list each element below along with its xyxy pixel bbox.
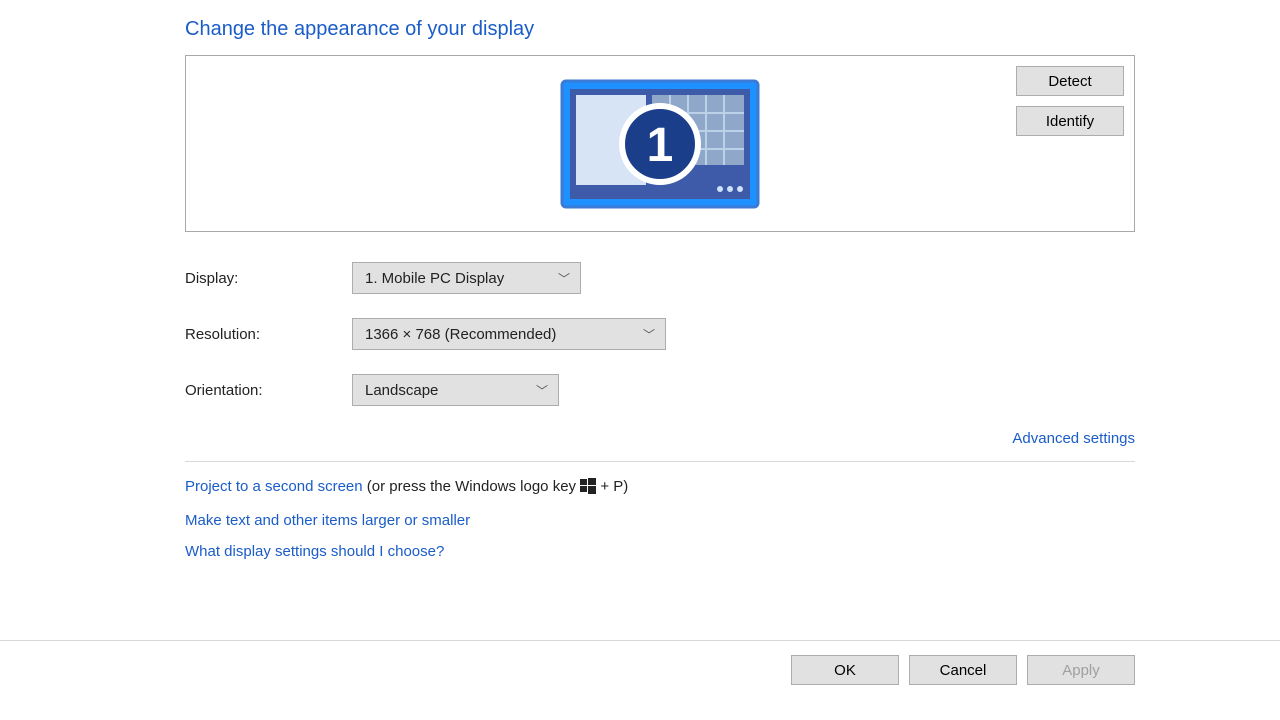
- identify-button[interactable]: Identify: [1016, 106, 1124, 136]
- footer-buttons: OK Cancel Apply: [0, 640, 1280, 685]
- project-suffix-after: + P): [596, 478, 628, 495]
- advanced-settings-link[interactable]: Advanced settings: [1012, 430, 1135, 447]
- chevron-down-icon: ﹀: [536, 382, 548, 399]
- chevron-down-icon: ﹀: [558, 270, 570, 287]
- text-size-link[interactable]: Make text and other items larger or smal…: [185, 512, 470, 529]
- separator: [185, 461, 1135, 462]
- monitor-icon: 1: [560, 79, 760, 209]
- windows-logo-icon: [580, 478, 596, 498]
- chevron-down-icon: ﹀: [643, 326, 655, 343]
- orientation-dropdown-value: Landscape: [365, 382, 438, 399]
- display-row: Display: 1. Mobile PC Display ﹀: [185, 262, 1135, 294]
- apply-button: Apply: [1027, 655, 1135, 685]
- ok-button[interactable]: OK: [791, 655, 899, 685]
- resolution-dropdown-value: 1366 × 768 (Recommended): [365, 326, 556, 343]
- orientation-label: Orientation:: [185, 382, 352, 399]
- display-label: Display:: [185, 270, 352, 287]
- monitor-number: 1: [647, 119, 674, 172]
- which-settings-link[interactable]: What display settings should I choose?: [185, 543, 444, 560]
- detect-button[interactable]: Detect: [1016, 66, 1124, 96]
- display-preview-area: 1 Detect Identify: [185, 55, 1135, 232]
- monitor-preview-1[interactable]: 1: [560, 79, 760, 209]
- resolution-dropdown[interactable]: 1366 × 768 (Recommended) ﹀: [352, 318, 666, 350]
- cancel-button[interactable]: Cancel: [909, 655, 1017, 685]
- display-dropdown[interactable]: 1. Mobile PC Display ﹀: [352, 262, 581, 294]
- project-second-screen-link[interactable]: Project to a second screen: [185, 478, 363, 495]
- page-title: Change the appearance of your display: [185, 18, 1135, 41]
- resolution-label: Resolution:: [185, 326, 352, 343]
- display-dropdown-value: 1. Mobile PC Display: [365, 270, 504, 287]
- resolution-row: Resolution: 1366 × 768 (Recommended) ﹀: [185, 318, 1135, 350]
- project-helper: Project to a second screen (or press the…: [185, 478, 1135, 498]
- orientation-dropdown[interactable]: Landscape ﹀: [352, 374, 559, 406]
- orientation-row: Orientation: Landscape ﹀: [185, 374, 1135, 406]
- display-settings-panel: Change the appearance of your display 1: [185, 18, 1135, 574]
- project-suffix-before: (or press the Windows logo key: [363, 478, 581, 495]
